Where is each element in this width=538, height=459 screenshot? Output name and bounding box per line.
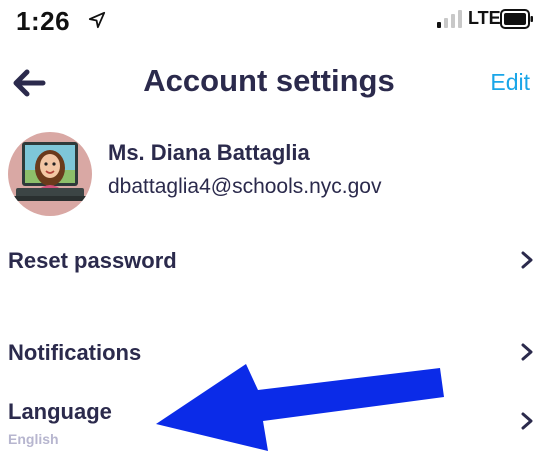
account-settings-screen: 1:26 LTE Account settings Edit Ms. Diana… — [0, 0, 538, 459]
page-title: Account settings — [143, 63, 395, 98]
edit-button[interactable]: Edit — [490, 69, 530, 96]
profile-name: Ms. Diana Battaglia — [108, 140, 310, 165]
nav-header: Account settings Edit — [0, 55, 538, 115]
language-value: English — [8, 431, 59, 447]
reset-password-label: Reset password — [8, 248, 177, 273]
network-label: LTE — [468, 8, 501, 28]
reset-password-row[interactable]: Reset password — [8, 248, 534, 288]
chevron-right-icon — [521, 343, 533, 361]
profile-card: Ms. Diana Battaglia dbattaglia4@schools.… — [8, 132, 528, 218]
location-arrow-icon — [88, 11, 106, 29]
language-row[interactable]: Language English — [8, 399, 534, 455]
notifications-label: Notifications — [8, 340, 142, 365]
battery-icon — [500, 9, 533, 29]
profile-email: dbattaglia4@schools.nyc.gov — [108, 175, 382, 198]
chevron-right-icon — [521, 412, 533, 430]
language-label: Language — [8, 399, 112, 424]
signal-icon — [437, 10, 462, 28]
chevron-right-icon — [521, 251, 533, 269]
notifications-row[interactable]: Notifications — [8, 340, 534, 380]
avatar — [8, 132, 92, 216]
status-time: 1:26 — [16, 6, 71, 36]
status-bar: 1:26 LTE — [0, 0, 538, 44]
bitmoji-avatar-icon — [8, 132, 92, 216]
